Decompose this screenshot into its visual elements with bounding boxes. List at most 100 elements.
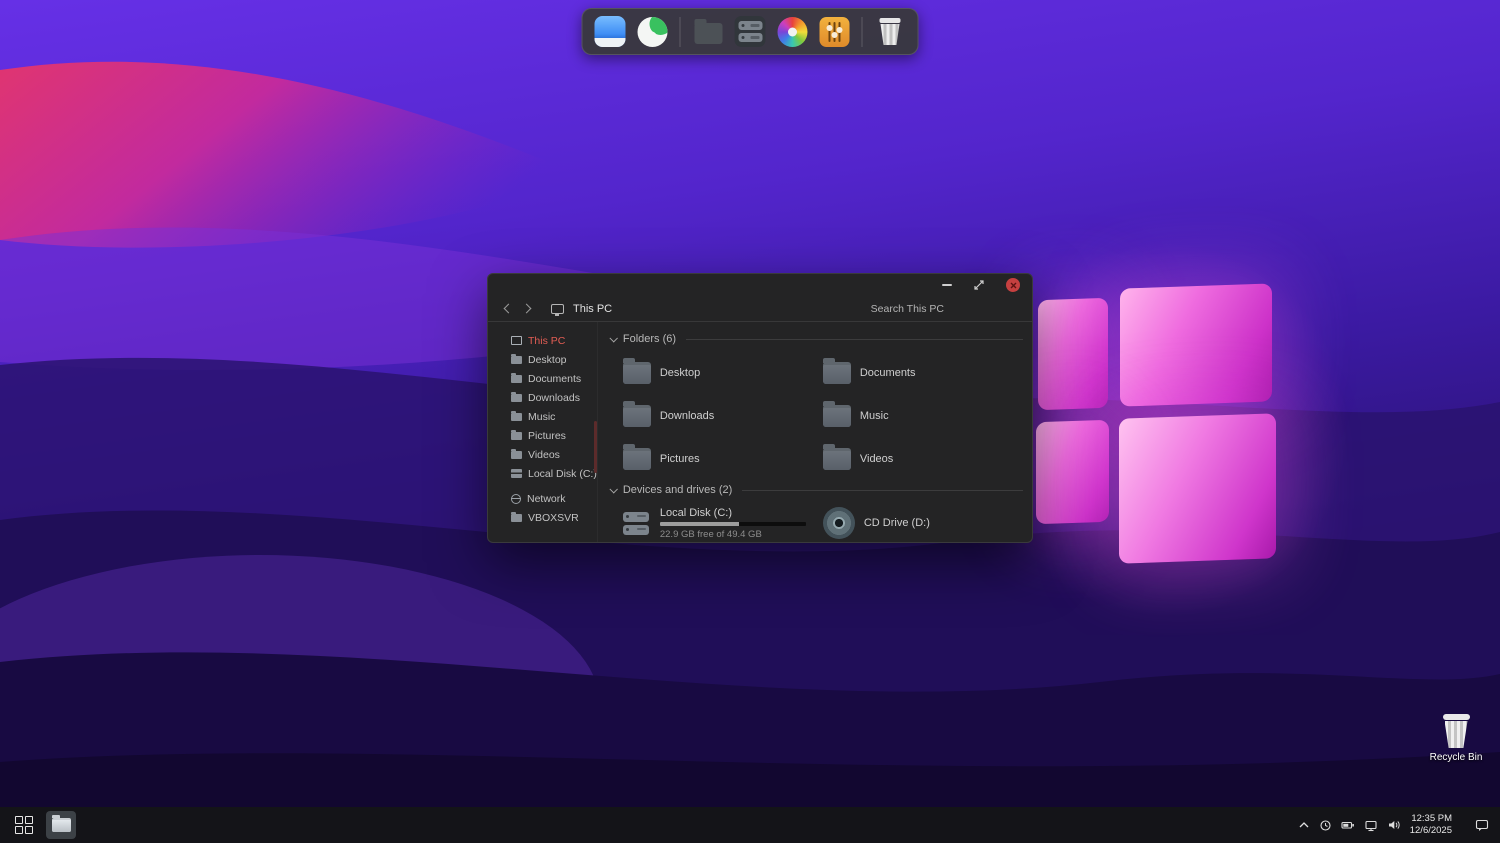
sidebar-item-downloads[interactable]: Downloads	[488, 388, 597, 407]
disk-usage-fill	[660, 522, 739, 526]
section-rule	[742, 490, 1023, 491]
minimize-button[interactable]	[942, 284, 952, 286]
search-input[interactable]: Search This PC	[871, 303, 944, 315]
drive-detail: 22.9 GB free of 49.4 GB	[660, 529, 806, 540]
ethernet-icon[interactable]	[1364, 819, 1378, 832]
chevron-down-icon	[609, 334, 617, 342]
dock-separator	[862, 17, 863, 47]
titlebar[interactable]	[488, 274, 1032, 296]
disk-usage-bar	[660, 522, 806, 526]
folder-item-videos[interactable]: Videos	[823, 445, 1023, 473]
folder-label: Documents	[860, 367, 916, 379]
cd-drive-item[interactable]: CD Drive (D:)	[823, 506, 930, 540]
chevron-left-icon	[503, 304, 513, 314]
folder-icon	[52, 818, 71, 832]
folder-item-pictures[interactable]: Pictures	[623, 445, 823, 473]
close-icon	[1010, 282, 1017, 289]
disk-info: Local Disk (C:) 22.9 GB free of 49.4 GB	[660, 506, 806, 540]
windows-logo-pane	[1120, 283, 1272, 406]
start-grid-icon	[15, 816, 33, 834]
folder-icon	[623, 405, 651, 427]
folder-label: Music	[860, 410, 889, 422]
recycle-bin[interactable]: Recycle Bin	[1427, 714, 1485, 763]
drive-label: CD Drive (D:)	[864, 517, 930, 529]
notifications-icon[interactable]	[1475, 818, 1490, 832]
folder-icon	[511, 394, 522, 402]
dock	[582, 8, 919, 55]
recycle-bin-icon	[1443, 714, 1470, 748]
drive-icon	[623, 506, 651, 540]
folder-item-music[interactable]: Music	[823, 402, 1023, 430]
folder-icon	[511, 375, 522, 383]
sidebar-item-label: VBOXSVR	[528, 512, 579, 524]
devices-section-header[interactable]: Devices and drives (2)	[610, 482, 1023, 498]
forward-button[interactable]	[517, 305, 535, 312]
trash-icon[interactable]	[874, 15, 907, 48]
globe-icon	[511, 494, 521, 504]
local-disk-item[interactable]: Local Disk (C:) 22.9 GB free of 49.4 GB	[623, 506, 823, 540]
folder-icon	[511, 514, 522, 522]
folder-icon	[823, 405, 851, 427]
back-button[interactable]	[499, 305, 517, 312]
address-bar[interactable]: This PC	[573, 303, 612, 315]
sidebar-item-label: Pictures	[528, 430, 566, 442]
battery-icon[interactable]	[1341, 819, 1355, 831]
maximize-button[interactable]	[973, 279, 985, 291]
sidebar-item-label: Local Disk (C:)	[528, 468, 597, 480]
volume-icon[interactable]	[1387, 819, 1401, 831]
folder-label: Pictures	[660, 453, 700, 465]
folder-item-desktop[interactable]: Desktop	[623, 359, 823, 387]
folder-grid: Desktop Documents Downloads Music	[623, 359, 1023, 473]
start-button[interactable]	[10, 811, 38, 839]
chevron-up-icon[interactable]	[1298, 820, 1310, 830]
drive-icon	[511, 469, 522, 478]
taskbar-file-explorer-button[interactable]	[46, 811, 76, 839]
folder-icon	[511, 451, 522, 459]
chevron-down-icon	[609, 485, 617, 493]
dock-separator	[680, 17, 681, 47]
folder-icon[interactable]	[692, 15, 725, 48]
file-explorer-window: This PC Search This PC This PC Desktop D…	[487, 273, 1033, 543]
sidebar-item-videos[interactable]: Videos	[488, 445, 597, 464]
sidebar-item-music[interactable]: Music	[488, 407, 597, 426]
sidebar-item-pictures[interactable]: Pictures	[488, 426, 597, 445]
sidebar-item-network[interactable]: Network	[488, 489, 597, 508]
folder-label: Desktop	[660, 367, 700, 379]
taskbar: 12:35 PM 12/6/2025	[0, 807, 1500, 843]
folder-item-documents[interactable]: Documents	[823, 359, 1023, 387]
folder-icon	[511, 432, 522, 440]
system-tray: 12:35 PM 12/6/2025	[1298, 813, 1500, 838]
taskbar-clock[interactable]: 12:35 PM 12/6/2025	[1410, 813, 1452, 838]
this-pc-icon	[551, 304, 564, 314]
clock-icon[interactable]	[1319, 819, 1332, 832]
windows-logo-pane	[1038, 298, 1108, 410]
section-rule	[686, 339, 1023, 340]
sidebar-item-desktop[interactable]: Desktop	[488, 350, 597, 369]
this-pc-icon[interactable]	[734, 15, 767, 48]
section-title: Devices and drives (2)	[623, 484, 732, 496]
sidebar-item-this-pc[interactable]: This PC	[488, 331, 597, 350]
expand-icon	[974, 280, 984, 290]
finder-icon[interactable]	[594, 15, 627, 48]
close-button[interactable]	[1006, 278, 1020, 292]
sidebar-item-documents[interactable]: Documents	[488, 369, 597, 388]
folders-section-header[interactable]: Folders (6)	[610, 331, 1023, 347]
folder-item-downloads[interactable]: Downloads	[623, 402, 823, 430]
devices-row: Local Disk (C:) 22.9 GB free of 49.4 GB …	[623, 506, 1023, 540]
folder-icon	[623, 448, 651, 470]
sidebar-scrollbar[interactable]	[594, 421, 597, 473]
sidebar-item-label: Network	[527, 493, 566, 505]
clock-time: 12:35 PM	[1410, 813, 1452, 825]
sidebar-item-label: Desktop	[528, 354, 567, 366]
sidebar-item-vboxsvr[interactable]: VBOXSVR	[488, 508, 597, 527]
browser-icon[interactable]	[636, 15, 669, 48]
explorer-content: Folders (6) Desktop Documents Downloads	[598, 322, 1033, 543]
color-wheel-icon[interactable]	[776, 15, 809, 48]
cd-icon	[823, 507, 855, 539]
monitor-icon	[511, 336, 522, 345]
folder-icon	[511, 356, 522, 364]
settings-sliders-icon[interactable]	[818, 15, 851, 48]
chevron-right-icon	[521, 304, 531, 314]
sidebar: This PC Desktop Documents Downloads Musi…	[488, 322, 598, 543]
sidebar-item-local-disk[interactable]: Local Disk (C:)	[488, 464, 597, 483]
